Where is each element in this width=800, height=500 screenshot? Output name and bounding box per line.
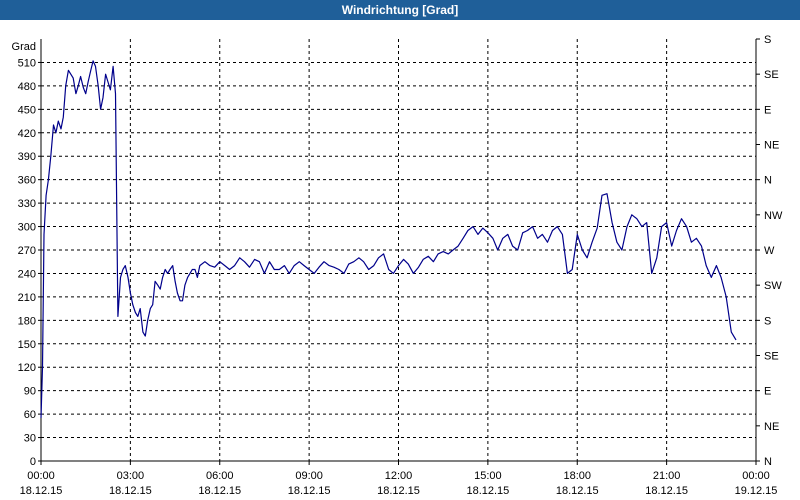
x-tick-time-label: 00:00 [742,470,770,482]
x-tick-date-label: 19.12.15 [735,485,778,497]
y-tick-label: 330 [18,198,36,210]
x-tick-time-label: 15:00 [474,470,502,482]
x-tick-date-label: 18.12.15 [198,485,241,497]
y-tick-label: 390 [18,151,36,163]
right-tick-label: NE [764,421,779,433]
right-tick-label: SE [764,69,779,81]
x-tick-date-label: 18.12.15 [377,485,420,497]
y-tick-label: 180 [18,315,36,327]
x-tick-date-label: 18.12.15 [645,485,688,497]
x-tick-date-label: 18.12.15 [109,485,152,497]
right-tick-label: NW [764,210,783,222]
y-tick-label: 360 [18,175,36,187]
right-tick-label: SW [764,280,782,292]
x-tick-time-label: 00:00 [27,470,55,482]
x-tick-date-label: 18.12.15 [20,485,63,497]
series-line [40,60,737,419]
right-tick-label: S [764,315,771,327]
right-tick-label: S [764,34,771,46]
right-tick-label: E [764,386,771,398]
x-tick-time-label: 03:00 [117,470,145,482]
y-tick-label: 90 [24,386,36,398]
x-tick-time-label: 09:00 [295,470,323,482]
y-tick-label: 210 [18,292,36,304]
x-tick-time-label: 18:00 [563,470,591,482]
right-tick-label: NE [764,140,779,152]
y-tick-label: 240 [18,268,36,280]
y-axis-label: Grad [12,41,36,53]
x-tick-date-label: 18.12.15 [556,485,599,497]
right-tick-label: N [764,456,772,468]
y-tick-label: 30 [24,433,36,445]
y-tick-label: 420 [18,128,36,140]
wind-direction-chart: 0 30 60 90 120 150 180 210 240 270 300 330 360 390 420… [12,34,783,497]
right-tick-label: SE [764,351,779,363]
y-tick-label: 270 [18,245,36,257]
right-tick-label: E [764,104,771,116]
x-tick-time-label: 21:00 [653,470,681,482]
y-tick-label: 510 [18,57,36,69]
y-tick-label: 480 [18,81,36,93]
y-tick-label: 150 [18,339,36,351]
y-tick-label: 60 [24,409,36,421]
y-tick-label: 300 [18,222,36,234]
y-tick-label: 120 [18,362,36,374]
y-tick-label: 0 [30,456,36,468]
y-tick-label: 450 [18,104,36,116]
right-tick-label: N [764,175,772,187]
x-tick-time-label: 12:00 [385,470,413,482]
x-tick-date-label: 18.12.15 [466,485,509,497]
right-tick-label: W [764,245,775,257]
x-tick-time-label: 06:00 [206,470,234,482]
x-tick-date-label: 18.12.15 [288,485,331,497]
